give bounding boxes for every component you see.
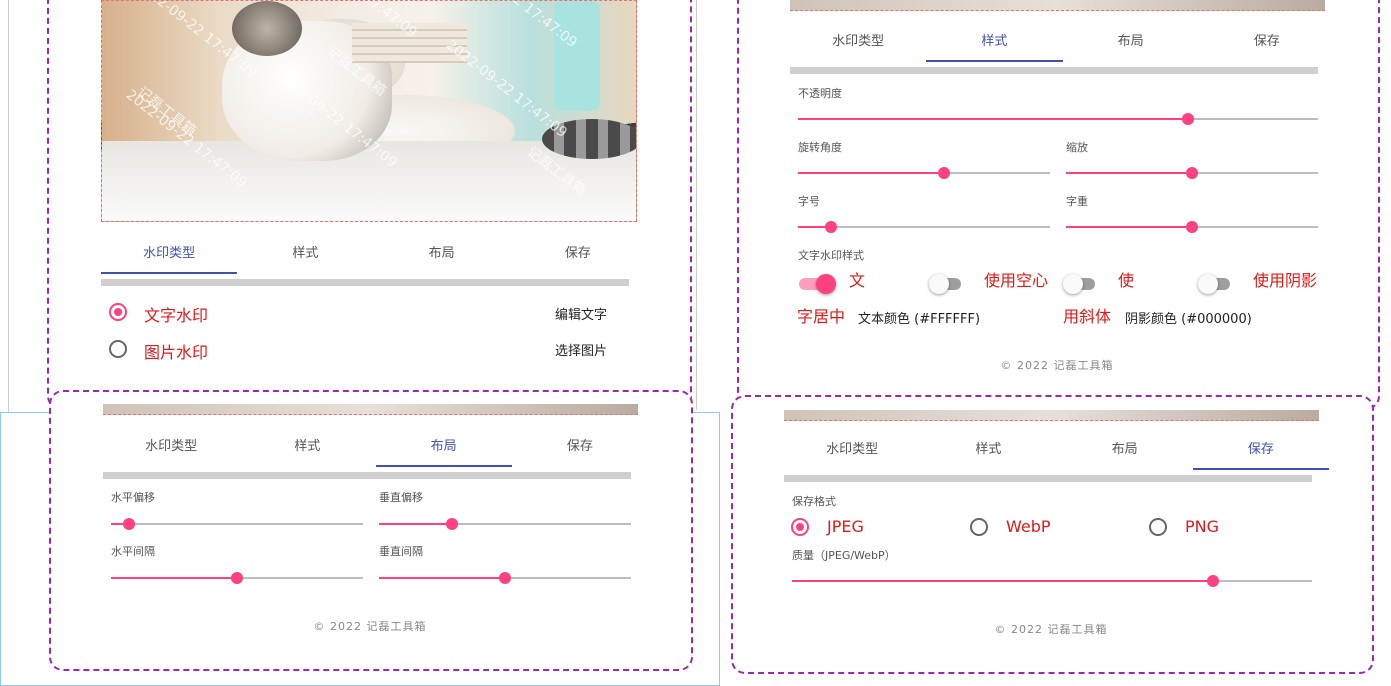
font-weight-label: 字重 [1066, 195, 1088, 208]
switch-center-text-label: 文字居中 [797, 271, 866, 326]
radio-image-watermark-label: 图片水印 [144, 343, 209, 362]
image-cat-head [232, 1, 302, 56]
tab-style[interactable]: 样式 [926, 22, 1063, 62]
font-weight-slider[interactable] [1066, 220, 1318, 234]
h-offset-label: 水平偏移 [111, 491, 155, 504]
edit-text-button[interactable]: 编辑文字 [555, 304, 607, 323]
switch-shadow-label: 使用阴影 [1253, 271, 1318, 290]
v-gap-slider[interactable] [379, 571, 631, 585]
radio-png[interactable] [1149, 518, 1167, 536]
radio-text-watermark[interactable] [109, 303, 127, 321]
preview-image: 2022-09-22 17:47:09 2022-09-22 17:47:09 … [101, 0, 637, 222]
tab-save[interactable]: 保存 [1192, 430, 1330, 470]
tab-layout[interactable]: 布局 [1063, 22, 1199, 62]
text-style-label: 文字水印样式 [798, 249, 864, 262]
opacity-label: 不透明度 [798, 87, 842, 100]
tab-watermark-type[interactable]: 水印类型 [790, 22, 926, 62]
radio-webp-label: WebP [1006, 517, 1051, 536]
tab-bar-divider [103, 472, 631, 479]
v-offset-slider[interactable] [379, 517, 631, 531]
radio-webp[interactable] [970, 518, 988, 536]
font-size-slider[interactable] [798, 220, 1050, 234]
h-gap-label: 水平间隔 [111, 545, 155, 558]
tab-bar-divider [101, 279, 629, 286]
tab-style[interactable]: 样式 [239, 427, 375, 467]
watermark-overlay: 2022-09-22 17:47:09 [442, 36, 570, 142]
text-color-picker[interactable]: 文本颜色 (#FFFFFF) [858, 308, 980, 327]
tab-watermark-type[interactable]: 水印类型 [784, 430, 920, 470]
footer-copyright: © 2022 记磊工具箱 [994, 623, 1108, 636]
font-size-label: 字号 [798, 195, 820, 208]
footer-copyright: © 2022 记磊工具箱 [1000, 359, 1114, 372]
preview-image-edge [790, 0, 1325, 11]
switch-hollow-label: 使用空心 [984, 271, 1049, 290]
tab-layout[interactable]: 布局 [374, 234, 510, 274]
h-offset-slider[interactable] [111, 517, 363, 531]
tab-style[interactable]: 样式 [237, 234, 373, 274]
tab-bar: 水印类型 样式 布局 保存 [103, 427, 648, 467]
shadow-color-picker[interactable]: 阴影颜色 (#000000) [1125, 308, 1252, 327]
h-gap-slider[interactable] [111, 571, 363, 585]
save-format-label: 保存格式 [792, 495, 836, 508]
footer-copyright: © 2022 记磊工具箱 [313, 620, 427, 633]
divider-vertical [696, 0, 697, 410]
preview-image-edge [784, 410, 1319, 421]
tab-save[interactable]: 保存 [1199, 22, 1335, 62]
tab-save[interactable]: 保存 [512, 427, 648, 467]
left-edge-line [8, 0, 9, 412]
radio-text-watermark-label: 文字水印 [144, 306, 209, 325]
radio-jpeg-label: JPEG [827, 517, 864, 536]
tab-bar: 水印类型 样式 布局 保存 [101, 234, 646, 274]
select-image-button[interactable]: 选择图片 [555, 340, 607, 359]
switch-italic-label: 使用斜体 [1063, 271, 1135, 326]
switch-shadow[interactable] [1198, 272, 1236, 294]
v-offset-label: 垂直偏移 [379, 491, 423, 504]
tab-layout[interactable]: 布局 [375, 427, 513, 467]
scale-slider[interactable] [1066, 166, 1318, 180]
rotation-label: 旋转角度 [798, 141, 842, 154]
scale-label: 缩放 [1066, 141, 1088, 154]
opacity-slider[interactable] [798, 112, 1318, 126]
rotation-slider[interactable] [798, 166, 1050, 180]
image-bottle [554, 1, 600, 111]
tab-save[interactable]: 保存 [510, 234, 646, 274]
quality-label: 质量（JPEG/WebP） [792, 549, 896, 562]
radio-jpeg[interactable] [791, 518, 809, 536]
quality-slider[interactable] [792, 574, 1312, 588]
radio-png-label: PNG [1185, 517, 1220, 536]
tab-watermark-type[interactable]: 水印类型 [101, 234, 238, 274]
tab-bar-divider [790, 67, 1318, 74]
preview-image-edge [103, 404, 638, 415]
tab-bar: 水印类型 样式 布局 保存 [784, 430, 1330, 470]
radio-image-watermark[interactable] [109, 340, 127, 358]
tab-layout[interactable]: 布局 [1057, 430, 1193, 470]
tab-style[interactable]: 样式 [920, 430, 1056, 470]
v-gap-label: 垂直间隔 [379, 545, 423, 558]
tab-watermark-type[interactable]: 水印类型 [103, 427, 239, 467]
tab-bar-divider [784, 475, 1312, 482]
tab-bar: 水印类型 样式 布局 保存 [790, 22, 1335, 62]
switch-hollow[interactable] [929, 272, 967, 294]
